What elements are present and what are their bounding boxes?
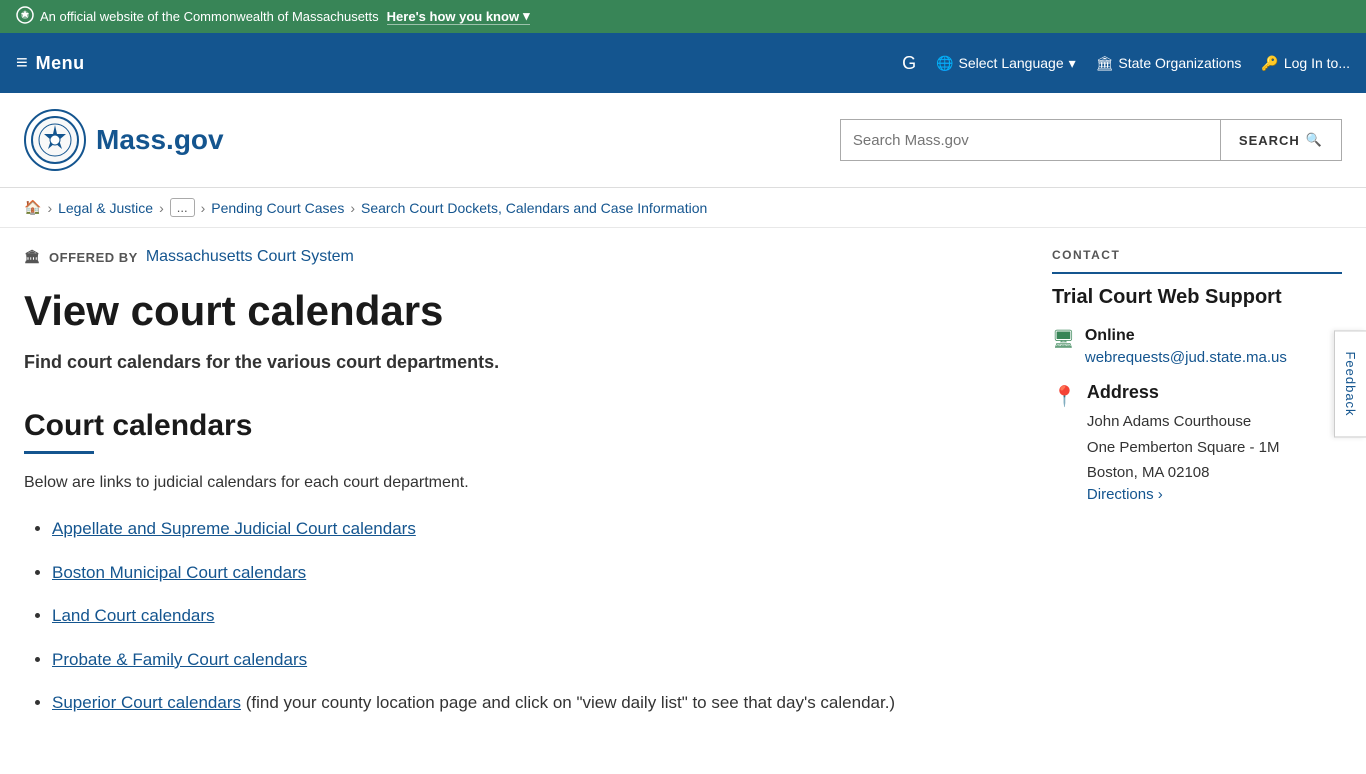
organization-name: Massachusetts Court System (146, 248, 354, 265)
list-item: Boston Municipal Court calendars (52, 560, 1012, 586)
hamburger-icon: ≡ (16, 52, 28, 75)
offered-by-label: OFFERED BY (49, 250, 138, 265)
how-you-know-link[interactable]: Here's how you know ▾ (387, 8, 530, 25)
ma-seal-icon (16, 6, 34, 27)
login-link[interactable]: 🔑 Log In to... (1261, 55, 1350, 72)
breadcrumb-current-label: Search Court Dockets, Calendars and Case… (361, 200, 707, 216)
nav-right: G 🌐 Select Language ▾ 🏛 State Organizati… (902, 53, 1350, 74)
logo-text: Mass.gov (96, 124, 224, 156)
main-layout: 🏛 OFFERED BY Massachusetts Court System … (0, 228, 1366, 774)
menu-label: Menu (36, 53, 85, 74)
superior-court-link[interactable]: Superior Court calendars (52, 693, 241, 712)
breadcrumb-sep-2: › (159, 200, 164, 216)
login-icon: 🔑 (1261, 55, 1278, 72)
contact-online: 🖥 Online webrequests@jud.state.ma.us (1052, 327, 1342, 366)
offered-by: 🏛 OFFERED BY Massachusetts Court System (24, 248, 1012, 266)
email-link[interactable]: webrequests@jud.state.ma.us (1085, 349, 1287, 366)
list-item: Appellate and Supreme Judicial Court cal… (52, 516, 1012, 542)
logo-seal (24, 109, 86, 171)
search-button-label: SEARCH (1239, 133, 1300, 148)
breadcrumb-pending-court-link[interactable]: Pending Court Cases (211, 200, 344, 216)
breadcrumb-ellipsis[interactable]: ... (170, 198, 195, 217)
online-label: Online (1085, 327, 1287, 345)
breadcrumb-legal-justice-link[interactable]: Legal & Justice (58, 200, 153, 216)
state-organizations-link[interactable]: 🏛 State Organizations (1096, 55, 1242, 72)
breadcrumb-sep-4: › (350, 200, 355, 216)
page-title: View court calendars (24, 286, 1012, 336)
section-title: Court calendars (24, 409, 1012, 443)
chevron-down-icon: ▾ (523, 8, 530, 24)
superior-court-trailing: (find your county location page and clic… (241, 693, 895, 712)
appellate-supreme-link[interactable]: Appellate and Supreme Judicial Court cal… (52, 519, 416, 538)
address-text: John Adams Courthouse One Pemberton Squa… (1087, 409, 1280, 486)
list-item: Probate & Family Court calendars (52, 647, 1012, 673)
contact-label: CONTACT (1052, 248, 1342, 274)
seal-svg (30, 115, 80, 165)
official-text-container: An official website of the Commonwealth … (16, 6, 379, 27)
contact-online-content: Online webrequests@jud.state.ma.us (1085, 327, 1287, 366)
search-area: SEARCH 🔍 (840, 119, 1342, 161)
map-pin-icon: 📍 (1052, 384, 1077, 409)
search-icon: 🔍 (1306, 132, 1323, 148)
official-text: An official website of the Commonwealth … (40, 9, 379, 24)
top-banner: An official website of the Commonwealth … (0, 0, 1366, 33)
section-divider (24, 451, 94, 454)
breadcrumb-sep-3: › (201, 200, 206, 216)
building-icon: 🏛 (24, 249, 41, 265)
select-language-button[interactable]: 🌐 Select Language ▾ (936, 55, 1076, 72)
building-icon: 🏛 (1096, 55, 1114, 72)
directions-link[interactable]: Directions › (1087, 486, 1163, 503)
google-translate-icon: G (902, 53, 916, 74)
breadcrumb-legal-justice-label: Legal & Justice (58, 200, 153, 216)
breadcrumb-home-link[interactable]: 🏠 (24, 199, 41, 216)
nav-bar: ≡ Menu G 🌐 Select Language ▾ 🏛 State Org… (0, 33, 1366, 93)
sidebar: CONTACT Trial Court Web Support 🖥 Online… (1052, 248, 1342, 734)
address-label: Address (1087, 382, 1280, 403)
address-line-2: One Pemberton Square - 1M (1087, 435, 1280, 461)
address-line-3: Boston, MA 02108 (1087, 460, 1280, 486)
contact-address: 📍 Address John Adams Courthouse One Pemb… (1052, 382, 1342, 504)
login-label: Log In to... (1284, 55, 1350, 71)
breadcrumb: 🏠 › Legal & Justice › ... › Pending Cour… (0, 188, 1366, 228)
breadcrumb-pending-court-label: Pending Court Cases (211, 200, 344, 216)
menu-button[interactable]: ≡ Menu (16, 52, 85, 75)
list-item: Land Court calendars (52, 603, 1012, 629)
search-button[interactable]: SEARCH 🔍 (1220, 119, 1342, 161)
list-item: Superior Court calendars (find your coun… (52, 690, 1012, 716)
section-description: Below are links to judicial calendars fo… (24, 474, 1012, 492)
content-area: 🏛 OFFERED BY Massachusetts Court System … (24, 248, 1012, 734)
address-line-1: John Adams Courthouse (1087, 409, 1280, 435)
address-content: Address John Adams Courthouse One Pember… (1087, 382, 1280, 504)
court-calendars-list: Appellate and Supreme Judicial Court cal… (24, 516, 1012, 716)
breadcrumb-current-link[interactable]: Search Court Dockets, Calendars and Case… (361, 200, 707, 216)
how-you-know-text: Here's how you know (387, 9, 519, 24)
chevron-down-icon: ▾ (1069, 55, 1076, 72)
search-input[interactable] (840, 119, 1220, 161)
land-court-link[interactable]: Land Court calendars (52, 606, 215, 625)
home-icon: 🏠 (24, 199, 41, 215)
feedback-tab[interactable]: Feedback (1334, 330, 1366, 437)
organization-link[interactable]: Massachusetts Court System (146, 248, 354, 266)
state-organizations-label: State Organizations (1118, 55, 1241, 71)
probate-family-link[interactable]: Probate & Family Court calendars (52, 650, 307, 669)
breadcrumb-sep-1: › (47, 200, 52, 216)
page-subtitle: Find court calendars for the various cou… (24, 352, 1012, 373)
select-language-label: Select Language (959, 55, 1064, 71)
logo-link[interactable]: Mass.gov (24, 109, 224, 171)
email-value: webrequests@jud.state.ma.us (1085, 349, 1287, 366)
globe-icon: 🌐 (936, 55, 953, 72)
boston-municipal-link[interactable]: Boston Municipal Court calendars (52, 563, 306, 582)
site-header: Mass.gov SEARCH 🔍 (0, 93, 1366, 188)
monitor-icon: 🖥 (1052, 329, 1075, 350)
contact-title: Trial Court Web Support (1052, 286, 1342, 309)
